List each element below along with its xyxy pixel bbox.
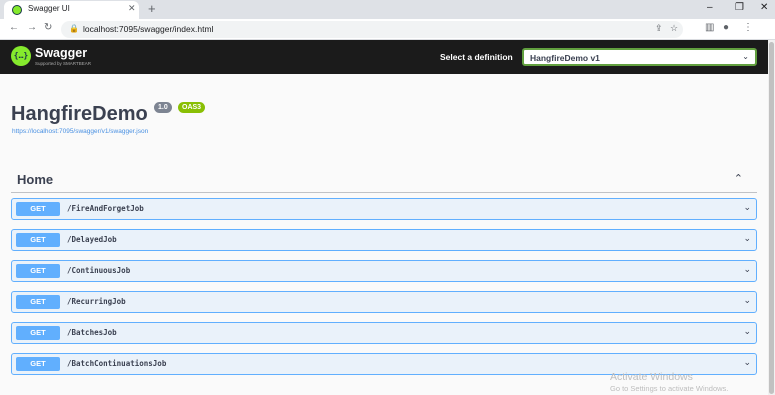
arrow-left-icon[interactable]: ← bbox=[9, 22, 19, 33]
arrow-right-icon[interactable]: → bbox=[27, 22, 37, 33]
chevron-down-icon[interactable]: ⌄ bbox=[743, 264, 751, 275]
version-badge: 1.0 bbox=[154, 102, 172, 113]
operation-row[interactable]: GET /BatchesJob ⌄ bbox=[11, 322, 757, 344]
chevron-down-icon[interactable]: ⌄ bbox=[743, 295, 751, 306]
browser-tabstrip: Swagger UI ✕ + – ❐ ✕ bbox=[0, 0, 775, 19]
scrollbar-thumb[interactable] bbox=[769, 42, 774, 394]
side-panel-icon[interactable]: ▥ bbox=[705, 22, 714, 33]
api-title: HangfireDemo bbox=[11, 103, 148, 125]
chevron-down-icon: ⌄ bbox=[742, 52, 749, 61]
swagger-logo-subtitle: Supported by SMARTBEAR bbox=[35, 61, 91, 66]
operation-path: /ContinuousJob bbox=[67, 266, 131, 275]
method-badge: GET bbox=[16, 326, 60, 340]
lock-icon[interactable]: 🔒 bbox=[69, 24, 79, 33]
swagger-favicon-icon bbox=[12, 5, 22, 15]
swagger-topbar: {…} Swagger Supported by SMARTBEAR Selec… bbox=[0, 40, 768, 74]
reload-icon[interactable]: ↻ bbox=[44, 22, 52, 33]
share-icon[interactable]: ⇪ bbox=[655, 23, 663, 34]
activate-windows-hint: Go to Settings to activate Windows. bbox=[610, 384, 729, 393]
operation-row[interactable]: GET /DelayedJob ⌄ bbox=[11, 229, 757, 251]
definition-select[interactable]: HangfireDemo v1 ⌄ bbox=[522, 48, 757, 66]
maximize-icon[interactable]: ❐ bbox=[735, 2, 744, 13]
definition-label: Select a definition bbox=[440, 52, 513, 62]
browser-toolbar: ← → ↻ 🔒 localhost:7095/swagger/index.htm… bbox=[0, 19, 775, 40]
operation-path: /RecurringJob bbox=[67, 297, 126, 306]
oas-badge: OAS3 bbox=[178, 102, 206, 113]
more-menu-icon[interactable]: ⋮ bbox=[743, 22, 753, 33]
method-badge: GET bbox=[16, 264, 60, 278]
operation-path: /DelayedJob bbox=[67, 235, 117, 244]
operation-row[interactable]: GET /RecurringJob ⌄ bbox=[11, 291, 757, 313]
address-bar[interactable]: 🔒 localhost:7095/swagger/index.html ⇪ ☆ bbox=[61, 21, 683, 38]
operation-path: /BatchContinuationsJob bbox=[67, 359, 167, 368]
browser-tab[interactable]: Swagger UI ✕ bbox=[4, 1, 139, 19]
tab-close-icon[interactable]: ✕ bbox=[128, 3, 136, 14]
swagger-logo-icon[interactable]: {…} bbox=[11, 46, 31, 66]
page-scrollbar[interactable] bbox=[768, 40, 775, 395]
definition-select-value: HangfireDemo v1 bbox=[530, 53, 600, 63]
tab-title: Swagger UI bbox=[28, 4, 70, 13]
operation-row[interactable]: GET /FireAndForgetJob ⌄ bbox=[11, 198, 757, 220]
chevron-down-icon[interactable]: ⌄ bbox=[743, 233, 751, 244]
spec-json-link[interactable]: https://localhost:7095/swagger/v1/swagge… bbox=[12, 128, 148, 135]
method-badge: GET bbox=[16, 357, 60, 371]
profile-avatar-icon[interactable]: ● bbox=[723, 22, 729, 33]
close-window-icon[interactable]: ✕ bbox=[760, 2, 768, 13]
method-badge: GET bbox=[16, 202, 60, 216]
chevron-down-icon[interactable]: ⌄ bbox=[743, 326, 751, 337]
chevron-down-icon[interactable]: ⌄ bbox=[743, 357, 751, 368]
chevron-up-icon[interactable]: ⌃ bbox=[734, 172, 743, 185]
chevron-down-icon[interactable]: ⌄ bbox=[743, 202, 751, 213]
operation-path: /BatchesJob bbox=[67, 328, 117, 337]
minimize-icon[interactable]: – bbox=[707, 2, 713, 13]
new-tab-button[interactable]: + bbox=[148, 1, 156, 16]
method-badge: GET bbox=[16, 233, 60, 247]
operation-row[interactable]: GET /ContinuousJob ⌄ bbox=[11, 260, 757, 282]
method-badge: GET bbox=[16, 295, 60, 309]
swagger-logo-text[interactable]: Swagger bbox=[35, 46, 87, 60]
bookmark-star-icon[interactable]: ☆ bbox=[670, 23, 678, 34]
address-url[interactable]: localhost:7095/swagger/index.html bbox=[83, 24, 213, 34]
tag-name: Home bbox=[17, 172, 54, 187]
operation-path: /FireAndForgetJob bbox=[67, 204, 144, 213]
activate-windows-watermark: Activate Windows bbox=[610, 371, 693, 383]
tag-section-home[interactable]: Home ⌃ bbox=[11, 166, 757, 193]
